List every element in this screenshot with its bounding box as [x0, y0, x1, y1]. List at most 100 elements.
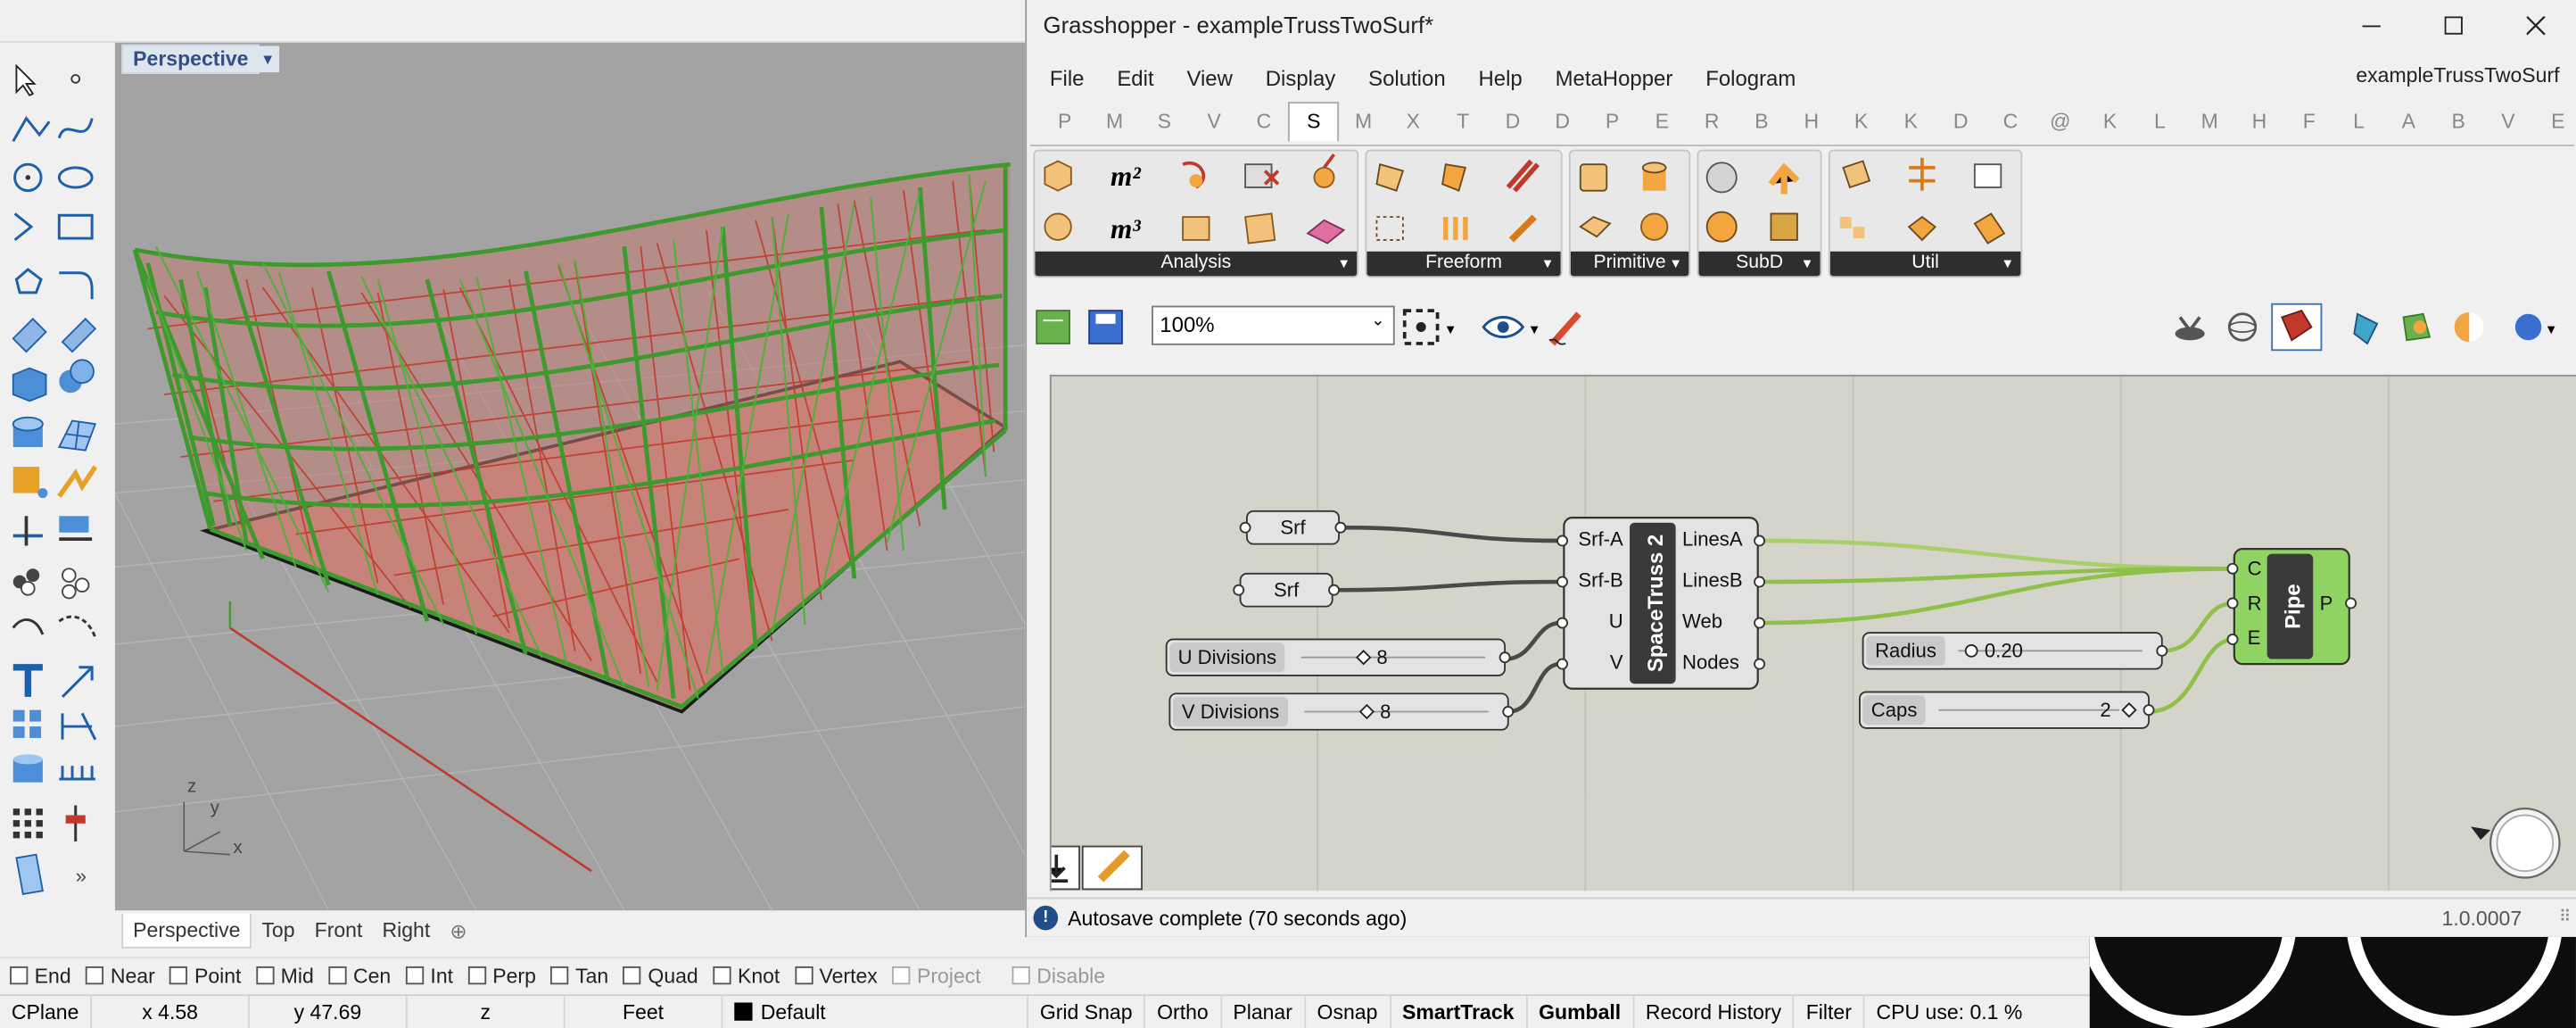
polygon-tool-icon[interactable]: [14, 268, 43, 294]
osnap-end[interactable]: End: [10, 964, 71, 987]
subd-sphere-icon[interactable]: [1705, 211, 1738, 243]
block-tool-icon[interactable]: [12, 709, 42, 738]
slider-grip-icon[interactable]: [1964, 643, 1978, 658]
component-tab[interactable]: L: [2334, 110, 2384, 133]
point-tool-icon[interactable]: [70, 74, 81, 84]
component-tab[interactable]: D: [1488, 110, 1538, 133]
toggle-ortho[interactable]: Ortho: [1145, 995, 1222, 1028]
srf-param-a[interactable]: Srf: [1239, 510, 1347, 545]
component-tab[interactable]: D: [1538, 110, 1588, 133]
close-icon[interactable]: [2498, 0, 2574, 53]
ribbon-label-freeform[interactable]: Freeform ▼: [1366, 251, 1561, 277]
measure-tool-icon[interactable]: [59, 766, 95, 781]
component-tab[interactable]: H: [2234, 110, 2284, 133]
toggle-planar[interactable]: Planar: [1221, 995, 1306, 1028]
checkbox-icon[interactable]: [256, 966, 275, 985]
domain-box-icon[interactable]: [1579, 163, 1608, 192]
units-label[interactable]: Feet: [566, 995, 723, 1028]
checkbox-icon[interactable]: [328, 966, 347, 985]
loft-icon[interactable]: [1506, 159, 1540, 193]
deconstruct-brep-icon[interactable]: [1244, 163, 1280, 188]
viewport-title[interactable]: Perspective: [121, 44, 260, 74]
toggle-grid-snap[interactable]: Grid Snap: [1028, 995, 1146, 1028]
component-tab[interactable]: X: [1388, 110, 1438, 133]
text-tool-icon[interactable]: [12, 664, 43, 697]
join-tool-icon[interactable]: [59, 516, 93, 541]
sphere-icon[interactable]: [1640, 212, 1669, 241]
pipe-input-r[interactable]: R: [2248, 592, 2262, 614]
component-tab[interactable]: M: [2184, 110, 2234, 133]
component-tab[interactable]: V: [1189, 110, 1239, 133]
osnap-vertex[interactable]: Vertex: [794, 964, 878, 987]
mesh-tool-icon[interactable]: [57, 419, 97, 452]
component-tab[interactable]: K: [2085, 110, 2135, 133]
explode-tool-icon[interactable]: [12, 467, 48, 499]
curvature-icon[interactable]: [1182, 161, 1206, 189]
arc-tool-icon[interactable]: [13, 212, 34, 242]
box-properties-icon[interactable]: [1044, 160, 1072, 192]
circle-tool-icon[interactable]: [13, 162, 43, 193]
output-lines-b[interactable]: LinesB: [1682, 569, 1743, 592]
edit-surface-icon[interactable]: [61, 318, 97, 353]
preview-selected-icon[interactable]: [2353, 312, 2379, 345]
more-tools-button[interactable]: »: [76, 865, 87, 888]
layer-selector[interactable]: Default: [722, 995, 1028, 1028]
output-nodes[interactable]: Nodes: [1682, 651, 1739, 674]
component-tab[interactable]: C: [1239, 110, 1289, 133]
rectangle-tool-icon[interactable]: [57, 213, 94, 240]
divide-surface-icon[interactable]: [1909, 157, 1936, 191]
box-tool-icon[interactable]: [12, 367, 47, 402]
component-tab[interactable]: K: [1837, 110, 1887, 133]
osnap-point[interactable]: Point: [169, 964, 241, 987]
subd-mesh-icon[interactable]: [1770, 212, 1798, 241]
split-tool-icon[interactable]: [57, 465, 98, 498]
add-view-tab-plus-icon[interactable]: ⊕: [440, 913, 476, 948]
component-tab[interactable]: B: [1737, 110, 1787, 133]
rhino-perspective-viewport[interactable]: z y x: [114, 42, 1026, 911]
volume-icon[interactable]: m³: [1110, 213, 1141, 245]
component-tab[interactable]: T: [1438, 110, 1488, 133]
radius-slider[interactable]: Radius 0.20: [1862, 632, 2168, 670]
analyze-tool-icon[interactable]: [61, 712, 97, 741]
offset-surface-icon[interactable]: [1842, 160, 1871, 189]
wireframe-preview-icon[interactable]: [2227, 312, 2258, 342]
view-tab-top[interactable]: Top: [252, 914, 304, 947]
input-v[interactable]: V: [1610, 651, 1623, 674]
input-u[interactable]: U: [1609, 610, 1623, 633]
minimize-icon[interactable]: [2334, 0, 2410, 53]
osnap-mid[interactable]: Mid: [256, 964, 314, 987]
document-name[interactable]: exampleTrussTwoSurf: [2356, 64, 2559, 87]
maximize-icon[interactable]: [2416, 0, 2492, 53]
retrim-icon[interactable]: [1973, 212, 2006, 245]
output-lines-a[interactable]: LinesA: [1682, 527, 1743, 550]
display-options-icon[interactable]: ▼: [2514, 313, 2558, 341]
cplane-label[interactable]: CPlane: [0, 995, 93, 1028]
viewport-menu-icon[interactable]: ▼: [256, 46, 280, 73]
brep-edges-icon[interactable]: [1244, 212, 1276, 245]
checkbox-icon[interactable]: [10, 966, 29, 985]
input-srf-a[interactable]: Srf-A: [1578, 527, 1623, 550]
toggle-smarttrack[interactable]: SmartTrack: [1391, 995, 1528, 1028]
open-file-icon[interactable]: [1036, 310, 1070, 344]
isotrim-icon[interactable]: [1839, 217, 1865, 239]
component-tab[interactable]: @: [2035, 110, 2085, 133]
component-tab[interactable]: L: [2134, 110, 2184, 133]
toggle-record-history[interactable]: Record History: [1634, 995, 1795, 1028]
osnap-project[interactable]: Project: [892, 964, 981, 987]
v-divisions-slider[interactable]: V Divisions 8: [1168, 692, 1515, 731]
osnap-knot[interactable]: Knot: [713, 964, 780, 987]
notes-tool-icon[interactable]: [15, 853, 44, 895]
caps-slider[interactable]: Caps 2: [1858, 691, 2155, 729]
render-tool-icon[interactable]: [12, 754, 43, 783]
preview-eye-icon[interactable]: ▼: [1482, 316, 1540, 339]
menu-display[interactable]: Display: [1249, 65, 1351, 90]
osnap-perp[interactable]: Perp: [467, 964, 536, 987]
zoom-select[interactable]: 100% ⌄: [1152, 305, 1395, 345]
pipe-input-c[interactable]: C: [2248, 558, 2262, 580]
canvas-sketch-icon[interactable]: [1081, 845, 1143, 891]
pipe-input-e[interactable]: E: [2248, 626, 2261, 649]
ribbon-label-primitive[interactable]: Primitive ▼: [1570, 251, 1689, 277]
grasshopper-canvas[interactable]: Srf Srf U Divisions 8 V Divisions 8 Spac…: [1049, 374, 2576, 891]
menu-metahopper[interactable]: MetaHopper: [1539, 65, 1689, 90]
u-divisions-slider[interactable]: U Divisions 8: [1165, 638, 1511, 676]
